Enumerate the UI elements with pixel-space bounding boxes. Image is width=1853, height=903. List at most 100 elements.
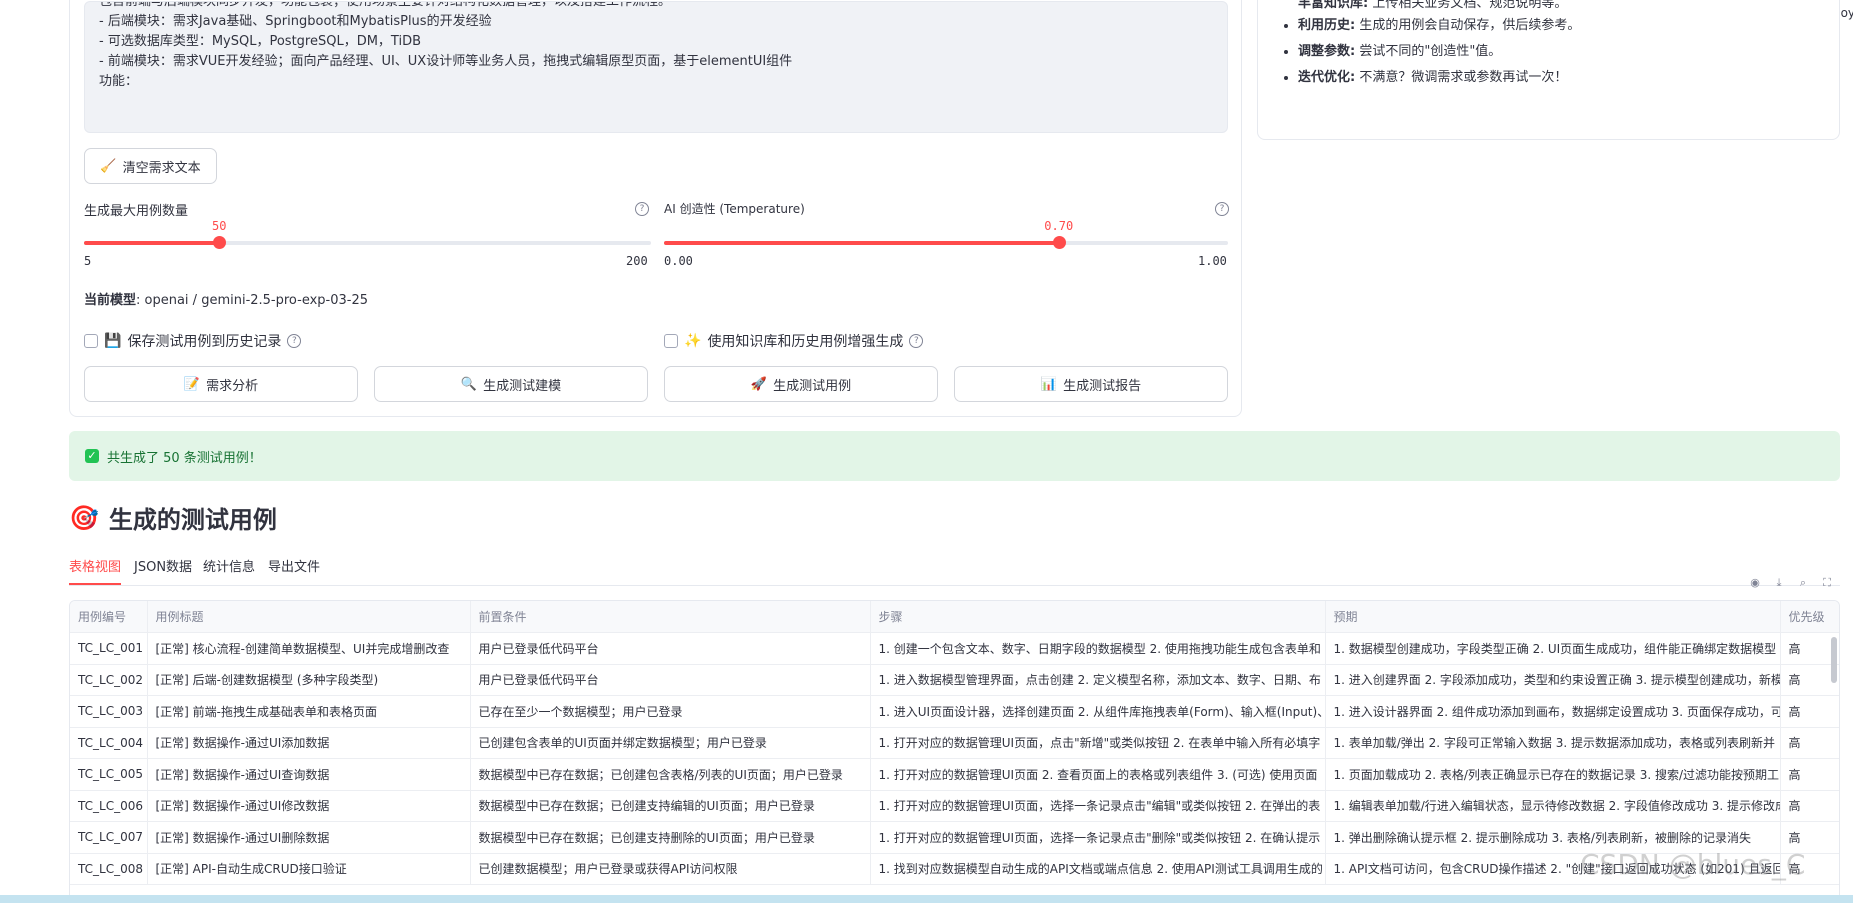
temperature-fill <box>664 241 1059 245</box>
section-title: 🎯 生成的测试用例 <box>69 500 277 535</box>
generate-button[interactable]: 🚀 生成测试用例 <box>664 366 938 402</box>
table-row[interactable]: TC_LC_004 [正常] 数据操作-通过UI添加数据 已创建包含表单的UI页面并… <box>70 727 1839 759</box>
header-title[interactable]: 用例标题 <box>147 601 471 633</box>
cell-steps: 1. 打开对应的数据管理UI页面，选择一条记录点击"编辑"或类似按钮 2. 在弹… <box>870 790 1326 822</box>
tips-panel: 丰富知识库: 上传相关业务文档、规范说明等。 利用历史: 生成的用例会自动保存，… <box>1257 0 1840 140</box>
checkbox-box[interactable] <box>84 334 98 348</box>
table-row[interactable]: TC_LC_006 [正常] 数据操作-通过UI修改数据 数据模型中已存在数据；已创… <box>70 790 1839 822</box>
cell-expected: 1. 进入设计器界面 2. 组件成功添加到画布，数据绑定设置成功 3. 页面保存… <box>1325 695 1781 728</box>
temperature-thumb[interactable] <box>1052 236 1066 249</box>
memo-icon: 📝 <box>183 376 201 392</box>
table-row[interactable]: TC_LC_008 [正常] API-自动生成CRUD接口验证 已创建数据模型；用户… <box>70 853 1839 885</box>
cell-steps: 1. 打开对应的数据管理UI页面，选择一条记录点击"删除"或类似按钮 2. 在确… <box>870 821 1326 854</box>
save-history-checkbox[interactable]: 💾 保存测试用例到历史记录 ? <box>84 331 302 351</box>
cell-priority: 高 <box>1780 790 1839 822</box>
report-button[interactable]: 📊 生成测试报告 <box>954 366 1228 402</box>
temperature-value: 0.70 <box>1044 219 1074 233</box>
sparkles-icon: ✨ <box>684 333 702 349</box>
cell-title: [正常] 核心流程-创建简单数据模型、UI并完成增删改查 <box>147 632 471 665</box>
header-id[interactable]: 用例编号 <box>70 601 148 633</box>
model-label: 生成测试建模 <box>483 378 562 394</box>
current-model: 当前模型: openai / gemini-2.5-pro-exp-03-25 <box>84 289 368 308</box>
requirement-line: - 前端模块：需求VUE开发经验；面向产品经理、UI、UX设计师等业务人员，拖拽… <box>99 54 793 69</box>
chart-icon: 📊 <box>1040 376 1058 392</box>
cell-priority: 高 <box>1780 695 1839 728</box>
requirement-textarea[interactable]: 包含前端与后端模块同步开发，功能包装；使用场景主要针对结构化数据管理，以及搭建工… <box>84 1 1228 133</box>
tip-bold: 迭代优化: <box>1298 70 1356 85</box>
header-precondition[interactable]: 前置条件 <box>470 601 871 633</box>
use-kb-checkbox[interactable]: ✨ 使用知识库和历史用例增强生成 ? <box>664 331 924 351</box>
cell-priority: 高 <box>1780 758 1839 791</box>
table-header-row: 用例编号 用例标题 前置条件 步骤 预期 优先级 <box>70 601 1839 633</box>
max-cases-fill <box>84 241 219 245</box>
table-row[interactable]: TC_LC_005 [正常] 数据操作-通过UI查询数据 数据模型中已存在数据；已创… <box>70 758 1839 791</box>
cell-priority: 高 <box>1780 727 1839 759</box>
max-cases-label: 生成最大用例数量 <box>84 204 189 219</box>
cell-steps: 1. 打开对应的数据管理UI页面 2. 查看页面上的表格或列表组件 3. (可选… <box>870 758 1326 791</box>
model-button[interactable]: 🔍 生成测试建模 <box>374 366 648 402</box>
check-icon: ✓ <box>85 449 99 463</box>
generate-label: 生成测试用例 <box>773 378 852 394</box>
fullscreen-icon[interactable]: ⛶ <box>1820 576 1834 590</box>
result-tabs: 表格视图 JSON数据 统计信息 导出文件 <box>69 552 1840 586</box>
tip-item: 调整参数: 尝试不同的"创造性"值。 <box>1298 39 1825 65</box>
help-icon[interactable]: ? <box>635 202 649 216</box>
cell-steps: 1. 找到对应数据模型自动生成的API文档或端点信息 2. 使用API测试工具调… <box>870 853 1326 885</box>
help-icon[interactable]: ? <box>287 334 302 348</box>
tab-stats[interactable]: 统计信息 <box>203 556 255 583</box>
max-cases-thumb[interactable] <box>213 236 226 249</box>
cell-id: TC_LC_008 <box>70 853 148 885</box>
temperature-min: 0.00 <box>664 254 693 268</box>
eye-icon[interactable]: ◉ <box>1748 576 1762 590</box>
tip-item: 丰富知识库: 上传相关业务文档、规范说明等。 <box>1298 0 1825 13</box>
cell-title: [正常] 数据操作-通过UI修改数据 <box>147 790 471 822</box>
cell-title: [正常] 数据操作-通过UI删除数据 <box>147 821 471 854</box>
header-expected[interactable]: 预期 <box>1325 601 1781 633</box>
cell-id: TC_LC_003 <box>70 695 148 728</box>
table-row[interactable]: TC_LC_003 [正常] 前端-拖拽生成基础表单和表格页面 已存在至少一个数据模… <box>70 695 1839 728</box>
help-icon[interactable]: ? <box>1215 202 1229 216</box>
tab-json[interactable]: JSON数据 <box>134 556 192 583</box>
temperature-label: AI 创造性 (Temperature) <box>664 202 805 216</box>
header-steps[interactable]: 步骤 <box>870 601 1326 633</box>
analyze-button[interactable]: 📝 需求分析 <box>84 366 358 402</box>
temperature-slider[interactable] <box>664 236 1228 249</box>
table-row[interactable]: TC_LC_002 [正常] 后端-创建数据模型 (多种字段类型) 用户已登录低代码… <box>70 664 1839 696</box>
cell-expected: 1. 进入创建界面 2. 字段添加成功，类型和约束设置正确 3. 提示模型创建成… <box>1325 664 1781 696</box>
report-label: 生成测试报告 <box>1063 378 1142 394</box>
cell-title: [正常] 数据操作-通过UI查询数据 <box>147 758 471 791</box>
header-priority[interactable]: 优先级 <box>1780 601 1839 633</box>
cell-precondition: 用户已登录低代码平台 <box>470 664 871 696</box>
max-cases-slider[interactable] <box>84 236 651 249</box>
download-icon[interactable]: ⤓ <box>1772 576 1786 590</box>
cell-id: TC_LC_004 <box>70 727 148 759</box>
testcase-table: 用例编号 用例标题 前置条件 步骤 预期 优先级 TC_LC_001 [正常] 核… <box>69 600 1840 903</box>
cell-title: [正常] 后端-创建数据模型 (多种字段类型) <box>147 664 471 696</box>
search-icon[interactable]: ⌕ <box>1796 576 1810 590</box>
temperature-max: 1.00 <box>1198 254 1227 268</box>
cell-title: [正常] 数据操作-通过UI添加数据 <box>147 727 471 759</box>
cell-precondition: 已创建包含表单的UI页面并绑定数据模型；用户已登录 <box>470 727 871 759</box>
cell-title: [正常] 前端-拖拽生成基础表单和表格页面 <box>147 695 471 728</box>
cell-precondition: 数据模型中已存在数据；已创建支持编辑的UI页面；用户已登录 <box>470 790 871 822</box>
cell-id: TC_LC_007 <box>70 821 148 854</box>
help-icon[interactable]: ? <box>909 334 924 348</box>
tab-table-view[interactable]: 表格视图 <box>69 556 122 585</box>
use-kb-label: 使用知识库和历史用例增强生成 <box>707 334 904 350</box>
checkbox-box[interactable] <box>664 334 678 348</box>
max-cases-max: 200 <box>626 254 648 268</box>
table-scrollbar[interactable] <box>1831 637 1837 683</box>
input-panel: 包含前端与后端模块同步开发，功能包装；使用场景主要针对结构化数据管理，以及搭建工… <box>69 0 1242 417</box>
table-row[interactable]: TC_LC_001 [正常] 核心流程-创建简单数据模型、UI并完成增删改查 用户已… <box>70 632 1839 665</box>
current-model-value: : openai / gemini-2.5-pro-exp-03-25 <box>136 293 369 308</box>
cell-expected: 1. 数据模型创建成功，字段类型正确 2. UI页面生成成功，组件能正确绑定数据… <box>1325 632 1781 665</box>
tip-item: 利用历史: 生成的用例会自动保存，供后续参考。 <box>1298 13 1825 39</box>
bottom-bar <box>0 895 1853 903</box>
cell-expected: 1. 页面加载成功 2. 表格/列表正确显示已存在的数据记录 3. 搜索/过滤功… <box>1325 758 1781 791</box>
clear-requirement-button[interactable]: 🧹 清空需求文本 <box>84 148 217 184</box>
table-row[interactable]: TC_LC_007 [正常] 数据操作-通过UI删除数据 数据模型中已存在数据；已创… <box>70 821 1839 854</box>
success-alert: ✓ 共生成了 50 条测试用例！ <box>69 431 1840 481</box>
floppy-icon: 💾 <box>104 333 122 349</box>
magnifier-icon: 🔍 <box>460 376 478 392</box>
tab-export[interactable]: 导出文件 <box>268 556 320 583</box>
